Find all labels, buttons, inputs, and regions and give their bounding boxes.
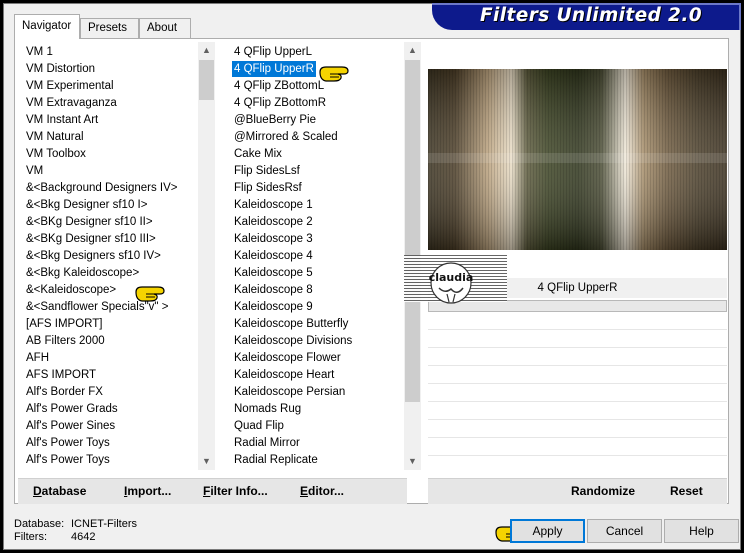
category-list-item[interactable]: &<BKg Designer sf10 II> [24,214,155,230]
scroll-up-icon[interactable]: ▲ [404,42,421,59]
category-list-item[interactable]: &<Bkg Kaleidoscope> [24,265,141,281]
database-status-label: Database: [14,518,65,530]
title-banner: Filters Unlimited 2.0 [432,3,741,30]
category-list-item[interactable]: Alf's Power Sines [24,418,117,434]
parameter-row [428,419,727,420]
filter-list-item[interactable]: Nomads Rug [232,401,303,417]
right-toolbar: Randomize Reset [428,478,727,504]
database-button[interactable]: Database [33,484,86,498]
category-list-item[interactable]: VM 1 [24,44,55,60]
pointing-hand-icon [135,286,165,302]
watermark-text: claudia [429,271,474,284]
parameter-row [428,437,727,438]
category-list-item[interactable]: AB Filters 2000 [24,333,107,349]
filter-list-item[interactable]: Kaleidoscope Flower [232,350,343,366]
category-list-item[interactable]: Alf's Power Toys [24,452,112,468]
filter-list-item[interactable]: Kaleidoscope 2 [232,214,315,230]
filter-list[interactable]: 4 QFlip UpperL 4 QFlip UpperR 4 QFlip ZBot… [232,42,405,470]
parameter-row [428,347,727,348]
apply-button[interactable]: Apply [510,519,585,543]
app-title: Filters Unlimited 2.0 [480,5,703,26]
scroll-thumb[interactable] [199,60,214,100]
category-list[interactable]: VM 1 VM Distortion VM Experimental VM Extra… [24,42,199,470]
filter-list-item[interactable]: Kaleidoscope 1 [232,197,315,213]
filters-count-value: 4642 [71,531,96,543]
category-list-item[interactable]: VM Experimental [24,78,116,94]
filter-list-item[interactable]: 4 QFlip ZBottomR [232,95,328,111]
left-toolbar: Database Import... Filter Info... Editor… [18,478,407,504]
filter-list-item[interactable]: @BlueBerry Pie [232,112,318,128]
filters-count-label: Filters: [14,531,47,543]
filter-list-item[interactable]: Radial Replicate [232,452,320,468]
filter-list-item[interactable]: 4 QFlip UpperR [232,61,316,77]
randomize-button[interactable]: Randomize [571,484,635,498]
category-list-item[interactable]: VM Natural [24,129,86,145]
filter-list-item[interactable]: Flip SidesRsf [232,180,304,196]
editor-button[interactable]: Editor... [300,484,344,498]
tab-about[interactable]: About [139,18,191,38]
category-list-item[interactable]: Alf's Border FX [24,384,105,400]
category-list-item[interactable]: &<Background Designers IV> [24,180,180,196]
help-button[interactable]: Help [664,519,739,543]
category-list-item[interactable]: VM Distortion [24,61,97,77]
filter-list-item[interactable]: Kaleidoscope Butterfly [232,316,350,332]
watermark-logo: claudia [429,262,474,304]
filter-list-item[interactable]: Radial Mirror [232,435,302,451]
filter-list-item[interactable]: Radial Replicate [232,469,320,470]
category-list-item[interactable]: VM Instant Art [24,112,100,128]
category-scrollbar[interactable]: ▲ ▼ [198,42,215,470]
reset-button[interactable]: Reset [670,484,703,498]
filter-list-item[interactable]: Kaleidoscope 4 [232,248,315,264]
filter-info-button[interactable]: Filter Info... [203,484,268,498]
tab-navigator[interactable]: Navigator [14,14,80,39]
filter-list-item[interactable]: Kaleidoscope Persian [232,384,347,400]
category-list-item[interactable]: &<BKg Designer sf10 III> [24,231,158,247]
filter-list-item[interactable]: Flip SidesLsf [232,163,302,179]
filter-list-item[interactable]: Cake Mix [232,146,284,162]
category-list-item[interactable]: VM [24,163,45,179]
parameter-row [428,401,727,402]
filter-list-item[interactable]: Kaleidoscope 5 [232,265,315,281]
cancel-button[interactable]: Cancel [587,519,662,543]
filter-list-item[interactable]: 4 QFlip UpperL [232,44,314,60]
parameter-row [428,455,727,456]
parameter-row [428,365,727,366]
filter-preview-image [428,69,727,250]
scroll-up-icon[interactable]: ▲ [198,42,215,59]
category-list-item[interactable]: &<Bkg Designers sf10 IV> [24,248,163,264]
tab-presets[interactable]: Presets [80,18,139,38]
filter-list-item[interactable]: Kaleidoscope Divisions [232,333,354,349]
category-list-item[interactable]: [AFS IMPORT] [24,316,104,332]
scroll-down-icon[interactable]: ▼ [404,453,421,470]
scroll-down-icon[interactable]: ▼ [198,453,215,470]
scroll-thumb[interactable] [405,60,420,402]
category-list-item[interactable]: VM Extravaganza [24,95,119,111]
import-button[interactable]: Import... [124,484,171,498]
category-list-item[interactable]: Alf's Power Toys [24,435,112,451]
category-list-item[interactable]: AFS IMPORT [24,367,98,383]
category-list-item[interactable]: &<Bkg Designer sf10 I> [24,197,149,213]
filter-list-item[interactable]: Kaleidoscope Heart [232,367,336,383]
category-list-item[interactable]: VM Toolbox [24,146,88,162]
parameter-row [428,383,727,384]
category-list-item[interactable]: Alf's Power Grads [24,401,120,417]
category-list-item[interactable]: &<Kaleidoscope> [24,282,118,298]
filter-list-item[interactable]: 4 QFlip ZBottomL [232,78,326,94]
filter-list-item[interactable]: Kaleidoscope 8 [232,282,315,298]
filter-list-item[interactable]: @Mirrored & Scaled [232,129,340,145]
filter-list-item[interactable]: Quad Flip [232,418,286,434]
parameter-row [428,329,727,330]
filter-list-item[interactable]: Kaleidoscope 9 [232,299,315,315]
filter-list-item[interactable]: Kaleidoscope 3 [232,231,315,247]
pointing-hand-icon [319,66,349,82]
database-status-value: ICNET-Filters [71,518,137,530]
category-list-item[interactable]: AFH [24,350,51,366]
